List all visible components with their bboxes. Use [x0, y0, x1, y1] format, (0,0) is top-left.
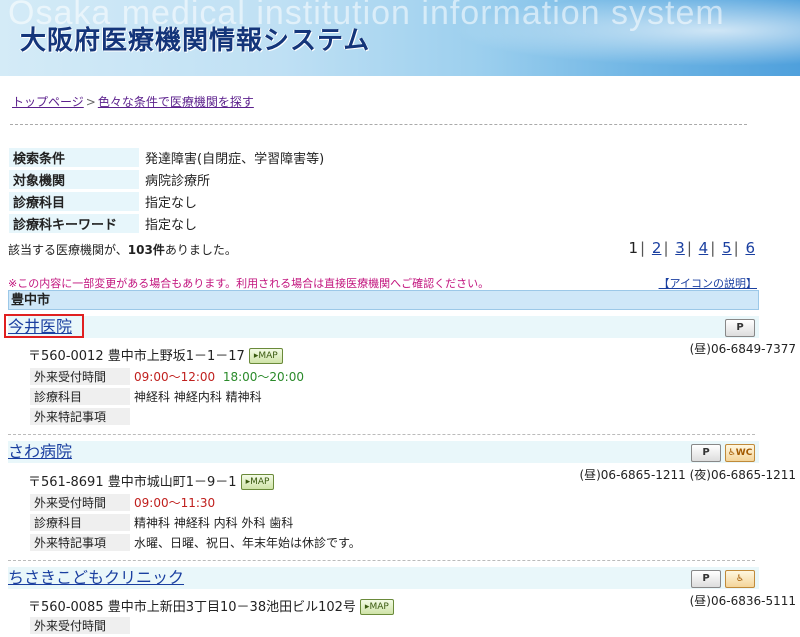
address-text: 豊中市上新田3丁目10－38池田ビル102号	[107, 600, 356, 615]
depts-label: 診療科目	[30, 388, 130, 405]
page-link-2[interactable]: 2	[652, 239, 662, 257]
condition-key: 検索条件	[9, 148, 139, 167]
condition-key: 対象機関	[9, 170, 139, 189]
condition-key: 診療科目	[9, 192, 139, 211]
condition-value: 病院診療所	[145, 174, 211, 189]
address-text: 豊中市上野坂1－1－17	[107, 349, 245, 364]
notes-value	[130, 408, 308, 425]
parking-icon: P	[725, 319, 755, 337]
page-separator: |	[663, 239, 669, 257]
condition-row: 診療科目 指定なし	[9, 192, 328, 211]
page-separator: |	[686, 239, 692, 257]
map-button-label: MAP	[258, 351, 278, 361]
postal-code: 〒560-0012	[28, 349, 104, 364]
page-separator: |	[733, 239, 739, 257]
clinic-name: ちさきこどもクリニック	[8, 567, 184, 589]
header-banner: Osaka medical institution information sy…	[0, 0, 800, 76]
icon-help-link[interactable]: 【アイコンの説明】	[659, 275, 757, 291]
clinic-name: さわ病院	[8, 441, 72, 463]
clinic-info-table: 外来受付時間	[30, 614, 138, 637]
clinic-address: 〒560-0012 豊中市上野坂1－1－17 ▸MAP	[28, 345, 283, 364]
page-link-6[interactable]: 6	[745, 239, 755, 257]
breadcrumb-home-link[interactable]: トップページ	[12, 95, 84, 109]
condition-key: 診療科キーワード	[9, 214, 139, 233]
parking-icon: P	[691, 570, 721, 588]
depts-label: 診療科目	[30, 514, 130, 531]
depts-value: 精神科 神経科 内科 外科 歯科	[134, 516, 294, 530]
address-text: 豊中市城山町1－9－1	[107, 475, 237, 490]
highlight-box	[4, 314, 84, 338]
breadcrumb: トップページ > 色々な条件で医療機関を探す	[12, 93, 254, 110]
condition-row: 検索条件 発達障害(自閉症、学習障害等)	[9, 148, 328, 167]
clinic-header: ちさきこどもクリニック P ♿	[8, 567, 759, 589]
clinic-entry: さわ病院 P ♿WC	[8, 441, 759, 463]
clinic-info-table: 外来受付時間 09:00～12:00 18:00～20:00 診療科目 神経科 神経…	[30, 365, 308, 428]
breadcrumb-current-link[interactable]: 色々な条件で医療機関を探す	[98, 95, 254, 109]
notice-text: ※この内容に一部変更がある場合もあります。利用される場合は直接医療機関へご確認く…	[8, 277, 490, 290]
page-link-4[interactable]: 4	[699, 239, 709, 257]
notes-label: 外来特記事項	[30, 408, 130, 425]
hours-evening: 18:00～20:00	[222, 370, 304, 384]
condition-value: 指定なし	[145, 218, 198, 233]
divider	[10, 124, 747, 125]
wc-label: WC	[735, 448, 753, 458]
clinic-address: 〒561-8691 豊中市城山町1－9－1 ▸MAP	[28, 471, 275, 490]
page-current: 1	[628, 239, 639, 257]
condition-row: 診療科キーワード 指定なし	[9, 214, 328, 233]
page-link-5[interactable]: 5	[722, 239, 732, 257]
clinic-name-link[interactable]: さわ病院	[8, 442, 72, 461]
parking-icon: P	[691, 444, 721, 462]
condition-value: 発達障害(自閉症、学習障害等)	[145, 152, 325, 167]
depts-value: 神経科 神経内科 精神科	[134, 390, 262, 404]
breadcrumb-separator: >	[85, 95, 96, 109]
hours-morning: 09:00～11:30	[134, 496, 216, 510]
search-conditions-table: 検索条件 発達障害(自閉症、学習障害等) 対象機関 病院診療所 診療科目 指定なし 診…	[9, 145, 328, 236]
hours-label: 外来受付時間	[30, 617, 130, 634]
clinic-entry: 今井医院 P	[4, 314, 759, 338]
page-separator: |	[710, 239, 716, 257]
clinic-address: 〒560-0085 豊中市上新田3丁目10－38池田ビル102号 ▸MAP	[28, 596, 394, 615]
notes-value: 水曜、日曜、祝日、年末年始は休診です。	[134, 536, 361, 550]
hours-label: 外来受付時間	[30, 368, 130, 385]
city-header: 豊中市	[8, 290, 759, 310]
wheelchair-glyph: ♿	[727, 448, 736, 458]
facility-badges: P ♿	[691, 570, 755, 588]
divider	[8, 560, 755, 561]
notes-label: 外来特記事項	[30, 534, 130, 551]
result-count: 該当する医療機関が、103件ありました。	[8, 241, 237, 258]
divider	[8, 434, 755, 435]
clinic-phone: (昼)06-6849-7377	[689, 342, 796, 356]
map-button[interactable]: ▸MAP	[359, 599, 394, 615]
postal-code: 〒561-8691	[28, 475, 104, 490]
postal-code: 〒560-0085	[28, 600, 104, 615]
map-button-label: MAP	[369, 602, 389, 612]
clinic-header: さわ病院 P ♿WC	[8, 441, 759, 463]
clinic-header: 今井医院 P	[4, 314, 759, 338]
facility-badges: P ♿WC	[691, 444, 755, 462]
site-title: 大阪府医療機関情報システム	[20, 26, 371, 56]
wheelchair-wc-icon: ♿WC	[725, 444, 755, 462]
clinic-phone: (昼)06-6865-1211 (夜)06-6865-1211	[579, 468, 796, 482]
page-separator: |	[640, 239, 646, 257]
result-prefix: 該当する医療機関が、	[8, 243, 128, 257]
map-button[interactable]: ▸MAP	[248, 348, 283, 364]
map-button-label: MAP	[250, 477, 270, 487]
clinic-phone: (昼)06-6836-5111	[689, 594, 796, 608]
hours-label: 外来受付時間	[30, 494, 130, 511]
hours-morning: 09:00～12:00	[134, 370, 216, 384]
clinic-name-link[interactable]: ちさきこどもクリニック	[8, 568, 184, 587]
facility-badges: P	[725, 319, 755, 337]
banner-decoration	[380, 0, 800, 76]
result-suffix: ありました。	[164, 243, 237, 257]
map-button[interactable]: ▸MAP	[240, 474, 275, 490]
pagination: 1 | 2 | 3 | 4 | 5 | 6	[627, 239, 758, 257]
clinic-info-table: 外来受付時間 09:00～11:30 診療科目 精神科 神経科 内科 外科 歯科 外…	[30, 491, 365, 554]
clinic-entry: ちさきこどもクリニック P ♿	[8, 567, 759, 589]
condition-row: 対象機関 病院診療所	[9, 170, 328, 189]
page-link-3[interactable]: 3	[675, 239, 685, 257]
condition-value: 指定なし	[145, 196, 198, 211]
result-count-value: 103件	[127, 243, 165, 257]
wheelchair-icon: ♿	[725, 570, 755, 588]
